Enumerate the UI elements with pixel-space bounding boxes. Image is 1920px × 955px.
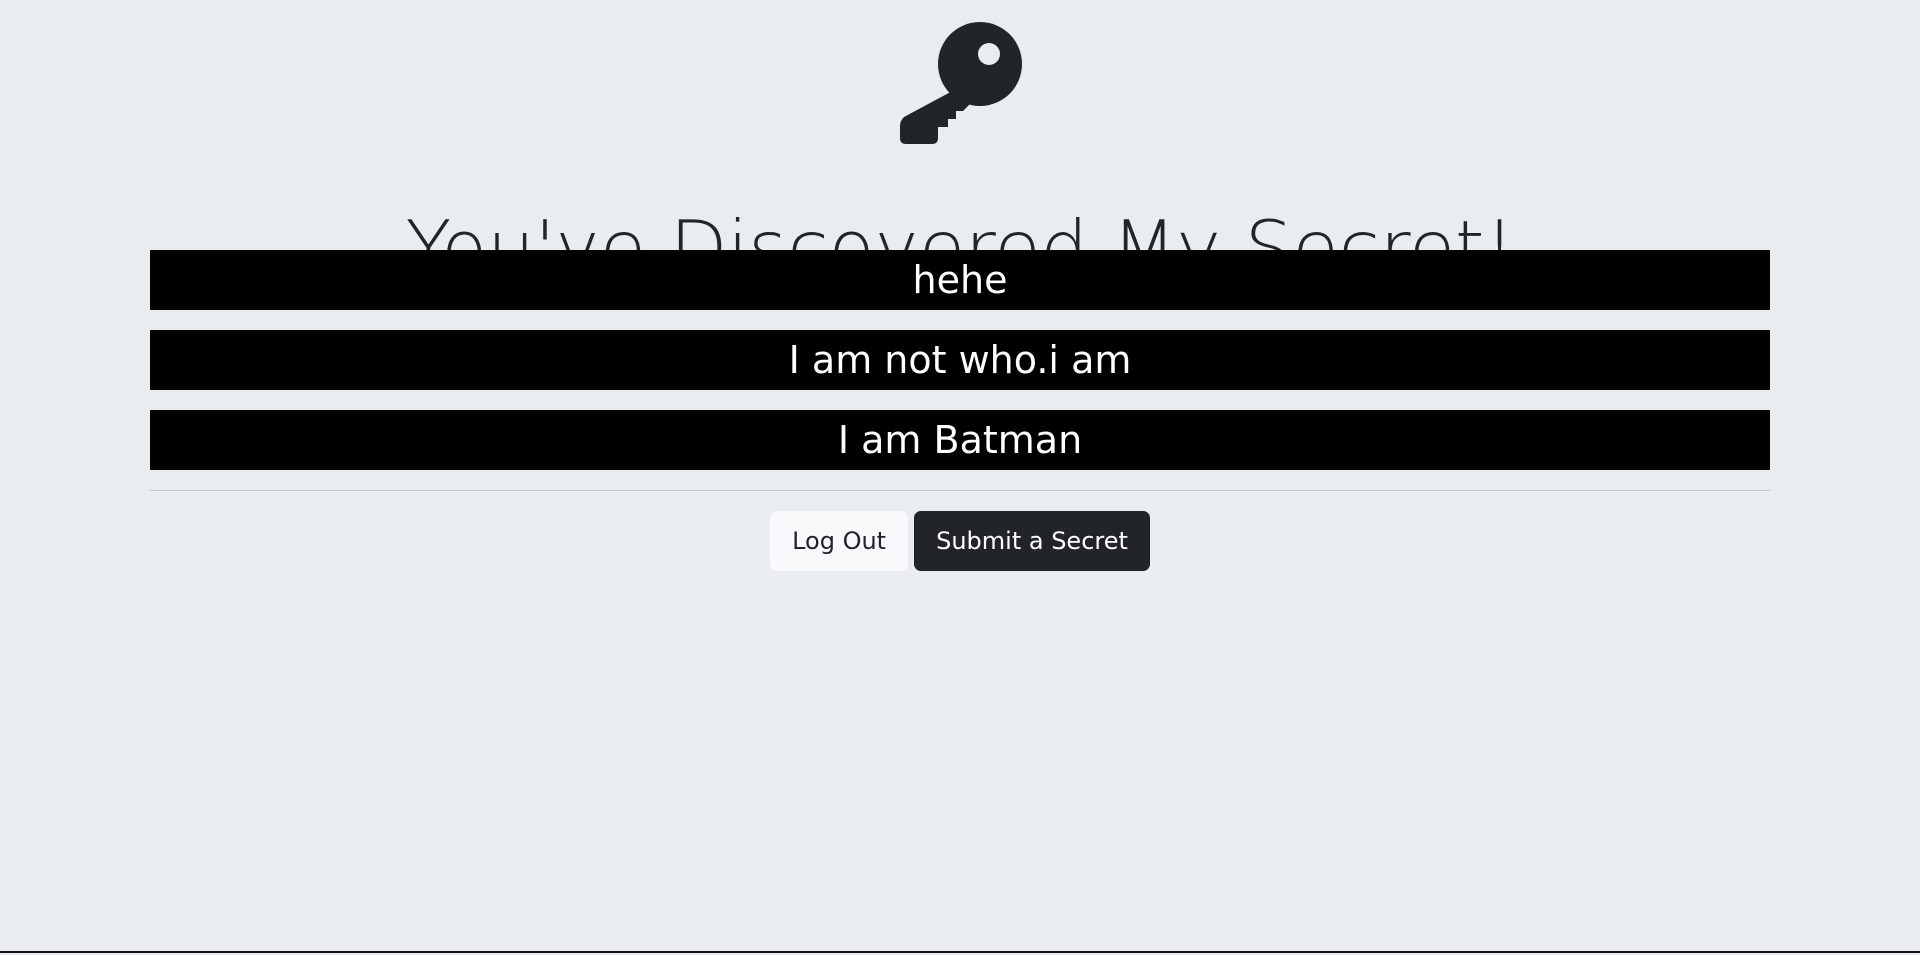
submit-secret-button[interactable]: Submit a Secret bbox=[914, 511, 1150, 571]
divider bbox=[150, 490, 1770, 491]
secret-item: I am not who.i am bbox=[150, 330, 1770, 390]
logout-button[interactable]: Log Out bbox=[770, 511, 909, 571]
secret-item: I am Batman bbox=[150, 410, 1770, 470]
secret-list: hehe I am not who.i am I am Batman bbox=[150, 250, 1770, 490]
action-buttons: Log Out Submit a Secret bbox=[0, 511, 1920, 571]
secrets-page: You've Discovered My Secret! hehe I am n… bbox=[0, 0, 1920, 953]
key-icon bbox=[900, 22, 1022, 144]
secret-item: hehe bbox=[150, 250, 1770, 310]
